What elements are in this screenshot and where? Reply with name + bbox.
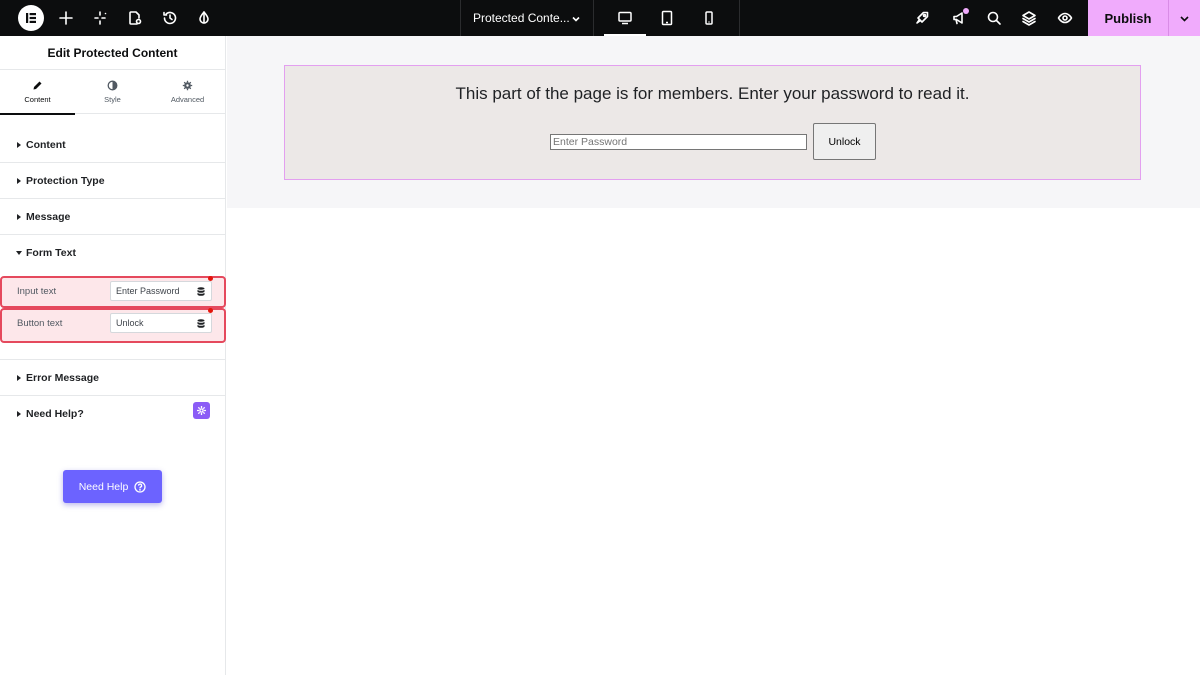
section-need-help[interactable]: Need Help? [0, 396, 226, 432]
notification-dot [963, 8, 969, 14]
section-form-text[interactable]: Form Text [0, 235, 226, 271]
layers-icon[interactable] [1011, 0, 1047, 36]
document-title-dropdown[interactable]: Protected Conte... [461, 0, 593, 36]
theme-style-icon[interactable] [186, 0, 222, 36]
elementor-logo-icon[interactable] [18, 5, 44, 31]
tab-style[interactable]: Style [75, 70, 150, 114]
desktop-icon[interactable] [604, 0, 646, 36]
password-input[interactable] [550, 134, 807, 150]
mobile-icon[interactable] [688, 0, 730, 36]
half-circle-icon [107, 80, 118, 91]
section-label: Protection Type [26, 174, 105, 187]
megaphone-icon[interactable] [941, 0, 977, 36]
top-bar: Protected Conte... Publish [0, 0, 1200, 36]
input-text-label: Input text [17, 286, 57, 297]
divider [593, 0, 594, 36]
gear-icon [182, 80, 193, 91]
button-text-control: Button text [0, 308, 226, 343]
tablet-icon[interactable] [646, 0, 688, 36]
history-icon[interactable] [152, 0, 188, 36]
eye-icon[interactable] [1047, 0, 1083, 36]
protected-message: This part of the page is for members. En… [455, 84, 970, 103]
need-help-button[interactable]: Need Help [63, 470, 162, 503]
caret-right-icon [16, 374, 26, 381]
caret-down-icon [16, 250, 26, 256]
section-protection-type[interactable]: Protection Type [0, 163, 226, 199]
caret-right-icon [16, 141, 26, 148]
divider [739, 0, 740, 36]
tab-advanced[interactable]: Advanced [150, 70, 225, 114]
page-settings-icon[interactable] [117, 0, 153, 36]
button-text-label: Button text [17, 318, 63, 329]
panel-title: Edit Protected Content [0, 36, 225, 70]
section-content[interactable]: Content [0, 127, 226, 163]
chevron-down-icon [1180, 15, 1189, 22]
unlock-button[interactable]: Unlock [813, 123, 876, 160]
section-message[interactable]: Message [0, 199, 226, 235]
section-label: Content [26, 138, 66, 151]
need-help-label: Need Help [78, 480, 129, 493]
rocket-icon[interactable] [904, 0, 940, 36]
protected-content-widget[interactable]: This part of the page is for members. En… [284, 65, 1141, 180]
highlight-dot [208, 308, 213, 313]
caret-right-icon [16, 213, 26, 220]
dynamic-tags-icon[interactable] [192, 282, 210, 300]
chevron-down-icon [571, 13, 581, 27]
document-title: Protected Conte... [473, 11, 570, 25]
publish-options-button[interactable] [1168, 0, 1200, 36]
dynamic-tags-icon[interactable] [192, 314, 210, 332]
ai-help-icon[interactable] [193, 402, 210, 419]
question-circle-icon [134, 480, 146, 493]
plus-icon[interactable] [48, 0, 84, 36]
section-label: Form Text [26, 247, 76, 259]
sparkle-icon[interactable] [83, 0, 119, 36]
section-label: Need Help? [26, 408, 84, 420]
section-label: Message [26, 210, 71, 223]
caret-right-icon [16, 177, 26, 184]
section-error-message[interactable]: Error Message [0, 360, 226, 396]
section-label: Error Message [26, 371, 99, 384]
panel-tabs: Content Style Advanced [0, 70, 225, 115]
tab-content[interactable]: Content [0, 70, 75, 115]
search-icon[interactable] [976, 0, 1012, 36]
caret-right-icon [16, 411, 26, 417]
input-text-control: Input text [0, 276, 226, 308]
tab-label: Content [24, 95, 51, 104]
tab-label: Style [104, 95, 121, 104]
highlight-dot [208, 276, 213, 281]
pencil-icon [33, 81, 42, 90]
preview-section: This part of the page is for members. En… [227, 36, 1200, 208]
preview-canvas: This part of the page is for members. En… [227, 36, 1200, 675]
publish-button[interactable]: Publish [1088, 0, 1168, 36]
tab-label: Advanced [170, 95, 205, 104]
